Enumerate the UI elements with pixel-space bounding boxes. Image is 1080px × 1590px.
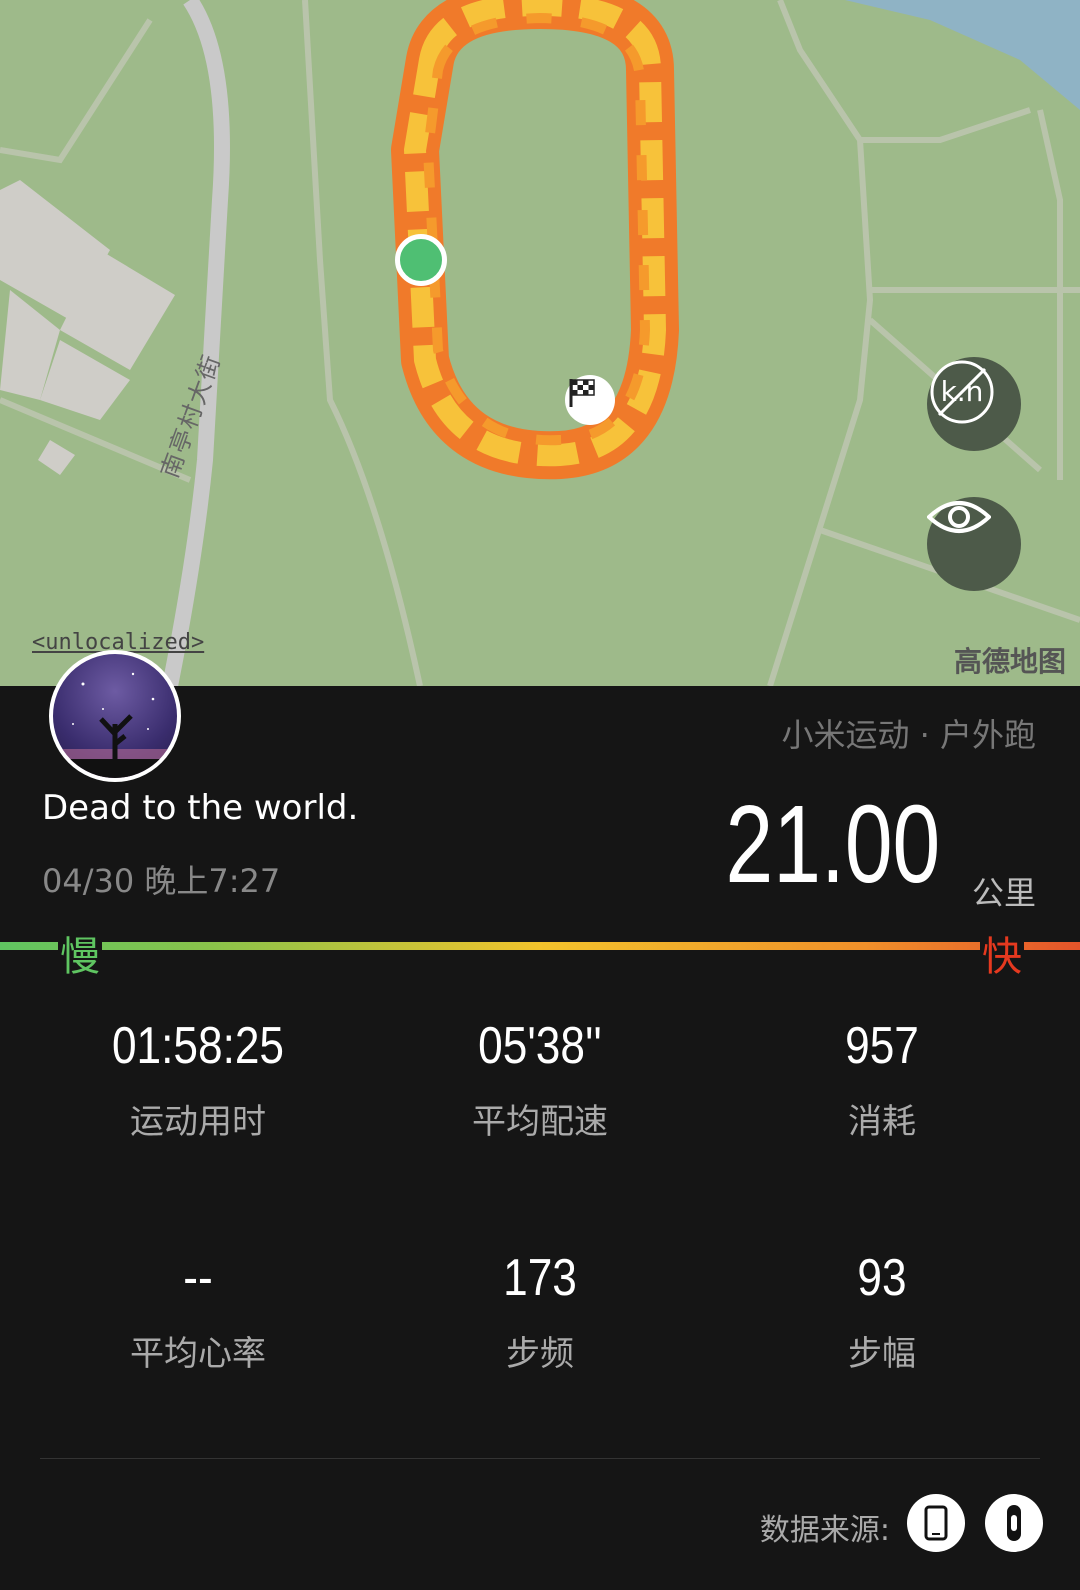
stat-value: 957: [845, 1017, 919, 1075]
distance-value: 21.00: [725, 783, 940, 906]
distance-unit: 公里: [971, 874, 1036, 912]
map-provider-logo: 高德地图: [953, 645, 1066, 678]
km-toggle-icon: k.n: [930, 360, 994, 424]
stat-avg-pace: 05'38'' 平均配速: [370, 1016, 710, 1143]
stat-value: 93: [857, 1249, 907, 1307]
fast-label: 快: [980, 924, 1024, 982]
stat-calories: 957 消耗: [712, 1016, 1052, 1143]
stat-label: 步频: [506, 1334, 574, 1374]
toggle-visibility-button[interactable]: [927, 497, 1021, 591]
band-icon[interactable]: [985, 1494, 1043, 1552]
stat-label: 消耗: [848, 1102, 916, 1142]
route-map[interactable]: 南亭村大街 <unlocalized> 高德地图 k.n: [0, 0, 1080, 686]
stat-stride: 93 步幅: [712, 1248, 1052, 1375]
map-canvas: [0, 0, 1080, 686]
activity-source: 小米运动 · 户外跑: [781, 716, 1036, 754]
stat-value: 05'38'': [478, 1017, 602, 1075]
stat-label: 运动用时: [130, 1102, 266, 1142]
km-toggle-button[interactable]: k.n: [927, 357, 1021, 451]
stat-cadence: 173 步频: [370, 1248, 710, 1375]
user-tagline: Dead to the world.: [42, 788, 359, 828]
stat-avg-heart-rate: -- 平均心率: [28, 1248, 368, 1375]
slow-label: 慢: [58, 924, 102, 982]
activity-datetime: 04/30 晚上7:27: [42, 862, 281, 900]
data-source-label: 数据来源:: [759, 1513, 890, 1548]
eye-icon: [927, 501, 991, 533]
finish-flag-icon: [565, 375, 615, 425]
avatar[interactable]: [49, 650, 181, 782]
phone-icon[interactable]: [907, 1494, 965, 1552]
stat-duration: 01:58:25 运动用时: [28, 1016, 368, 1143]
speed-gradient-bar: [0, 942, 1080, 950]
stat-value: 173: [503, 1249, 577, 1307]
stat-value: --: [183, 1249, 213, 1307]
stat-label: 平均配速: [472, 1102, 608, 1142]
start-marker-icon: [395, 234, 447, 286]
stat-label: 步幅: [848, 1334, 916, 1374]
divider: [40, 1458, 1040, 1459]
stat-label: 平均心率: [130, 1334, 266, 1374]
stat-value: 01:58:25: [111, 1017, 285, 1075]
